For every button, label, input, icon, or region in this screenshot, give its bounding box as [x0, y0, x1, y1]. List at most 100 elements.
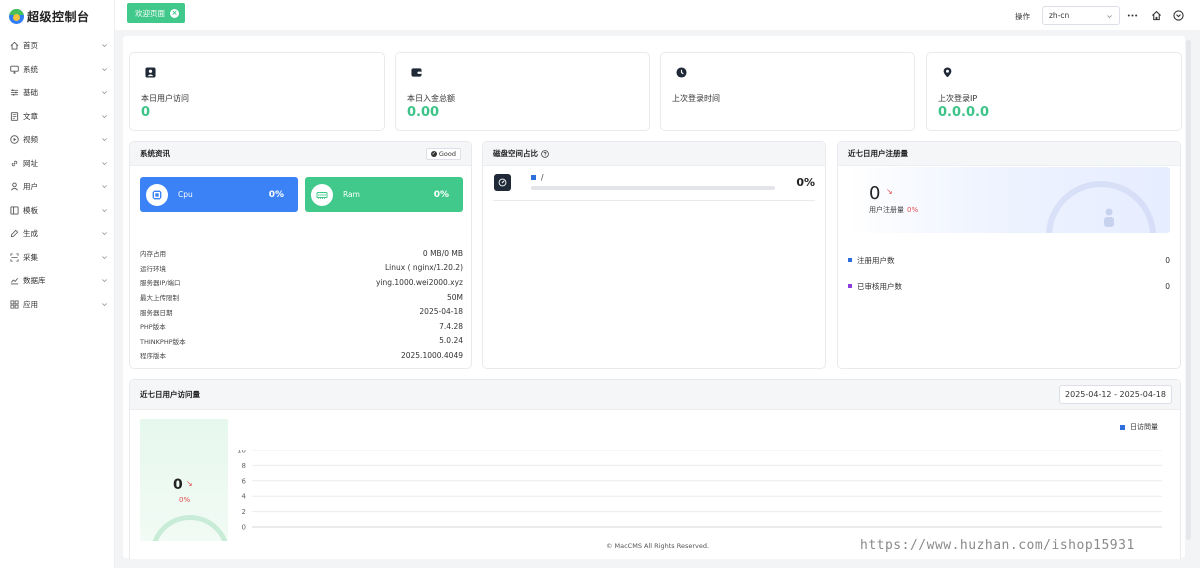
close-icon[interactable]: ×	[170, 8, 179, 18]
date-range-picker[interactable]: 2025-04-12 - 2025-04-18	[1059, 385, 1172, 404]
y-tick-label: 10	[237, 450, 246, 455]
card-header: 磁盘空间占比	[483, 142, 825, 166]
registrations-sub-label: 用户注册量	[869, 206, 904, 214]
visits-percent: 0%	[179, 496, 191, 504]
trend-down-icon: ↘	[886, 187, 893, 196]
topbar: 欢迎页面 × 操作 zh-cn	[115, 0, 1200, 30]
chevron-down-icon	[102, 255, 107, 259]
card-title: 系统资讯	[140, 149, 170, 158]
system-info-card: 系统资讯 ✓ Good Cpu 0% Ram 0% 内存占用 0 MB/0 MB 运…	[129, 141, 472, 369]
stat-label: 本日用户访问	[141, 94, 189, 103]
info-value: 5.0.24	[439, 336, 463, 346]
info-key: 程序版本	[140, 352, 166, 361]
y-tick-label: 4	[242, 493, 247, 501]
clock-icon	[676, 67, 687, 78]
logo[interactable]: 超级控制台	[0, 0, 114, 32]
sidebar-item[interactable]: 采集	[0, 246, 114, 270]
chevron-down-icon	[102, 232, 107, 236]
person-icon	[1104, 208, 1114, 227]
wallet-icon	[411, 67, 422, 78]
scrollbar[interactable]	[1186, 40, 1191, 540]
ram-tile: Ram 0%	[305, 177, 463, 212]
info-key: 运行环境	[140, 264, 166, 273]
sidebar-item[interactable]: 基础	[0, 81, 114, 105]
legend-count: 0	[1165, 281, 1170, 291]
sidebar-item[interactable]: 文章	[0, 105, 114, 129]
help-icon[interactable]	[541, 149, 549, 158]
info-key: 内存占用	[140, 250, 166, 259]
legend-item: 已审核用户数 0	[848, 279, 1170, 293]
sidebar-item[interactable]: 网址	[0, 152, 114, 176]
y-tick-label: 6	[242, 477, 247, 485]
sidebar-item-label: 采集	[23, 252, 38, 262]
visits-summary: 0 ↘ 0%	[140, 419, 228, 541]
chevron-circle-icon[interactable]	[1173, 10, 1184, 21]
ram-percent: 0%	[433, 189, 449, 200]
info-value: 2025-04-18	[419, 307, 463, 317]
trend-down-icon: ↘	[186, 479, 193, 488]
registrations-banner: 0 ↘ 用户注册量 0%	[848, 167, 1170, 233]
language-select[interactable]: zh-cn	[1042, 6, 1120, 25]
sidebar-item-label: 文章	[23, 111, 38, 121]
main-content: 本日用户访问 0 本日入金总额 0.00 上次登录时间 上次登录IP 0.0.0…	[123, 36, 1185, 559]
legend-item: 注册用户数 0	[848, 253, 1170, 267]
chevron-down-icon	[102, 114, 107, 118]
article-icon	[10, 112, 19, 121]
info-row: THINKPHP版本 5.0.24	[140, 334, 463, 349]
info-row: 服务器IP/端口 ying.1000.wei2000.xyz	[140, 275, 463, 290]
sidebar-item[interactable]: 应用	[0, 293, 114, 317]
stat-card-last-login-time: 上次登录时间	[660, 52, 915, 131]
ram-label: Ram	[343, 190, 360, 199]
sidebar-item[interactable]: 首页	[0, 34, 114, 58]
sidebar-item-label: 用户	[23, 182, 38, 192]
disk-progress-bar	[531, 186, 775, 190]
legend-label: 已审核用户数	[857, 281, 902, 291]
card-title: 近七日用户注册量	[848, 149, 908, 158]
stat-value: 0	[141, 105, 151, 120]
tab-welcome[interactable]: 欢迎页面 ×	[127, 3, 185, 23]
sidebar-item[interactable]: 生成	[0, 222, 114, 246]
info-value: ying.1000.wei2000.xyz	[375, 277, 463, 287]
chevron-down-icon	[102, 91, 107, 95]
location-icon	[942, 67, 953, 78]
legend-label: 日访問量	[1130, 423, 1158, 431]
sidebar-item[interactable]: 系统	[0, 58, 114, 82]
registrations-value: 0	[869, 183, 881, 204]
sidebar-item-label: 生成	[23, 229, 38, 239]
ram-icon	[311, 183, 333, 206]
registrations-sub-percent: 0%	[907, 206, 919, 214]
registrations-sub: 用户注册量 0%	[869, 205, 918, 215]
chevron-down-icon	[102, 208, 107, 212]
stat-card-deposits: 本日入金总额 0.00	[395, 52, 650, 131]
chevron-down-icon	[1107, 15, 1112, 19]
logo-icon	[9, 8, 24, 24]
sidebar-item-label: 应用	[23, 299, 38, 309]
sidebar-item-label: 模板	[23, 205, 38, 215]
y-tick-label: 8	[242, 462, 246, 470]
sliders-icon	[10, 88, 19, 97]
sidebar-item-label: 基础	[23, 88, 38, 98]
sidebar-item[interactable]: 模板	[0, 199, 114, 223]
edit-icon	[10, 229, 19, 238]
legend-swatch	[848, 258, 852, 262]
chart-legend[interactable]: 日访問量	[1120, 422, 1158, 432]
home-icon	[10, 41, 19, 50]
sidebar-item[interactable]: 用户	[0, 175, 114, 199]
sidebar-item[interactable]: 数据库	[0, 269, 114, 293]
status-badge: ✓ Good	[425, 148, 461, 160]
chevron-down-icon	[102, 302, 107, 306]
cpu-icon	[146, 183, 168, 206]
home-icon[interactable]	[1151, 10, 1162, 21]
stat-label: 上次登录IP	[938, 94, 978, 103]
sidebar-item[interactable]: 视频	[0, 128, 114, 152]
cpu-label: Cpu	[178, 190, 193, 199]
apps-icon	[10, 300, 19, 309]
more-icon[interactable]	[1127, 10, 1138, 21]
sidebar-item-label: 数据库	[23, 276, 46, 286]
legend-swatch	[1120, 424, 1125, 430]
card-header: 近七日用户访问量 2025-04-12 - 2025-04-18	[130, 380, 1180, 410]
card-header: 系统资讯 ✓ Good	[130, 142, 471, 166]
info-value: 50M	[446, 292, 463, 302]
info-value: 2025.1000.4049	[400, 350, 463, 360]
info-row: 服务器日期 2025-04-18	[140, 304, 463, 319]
